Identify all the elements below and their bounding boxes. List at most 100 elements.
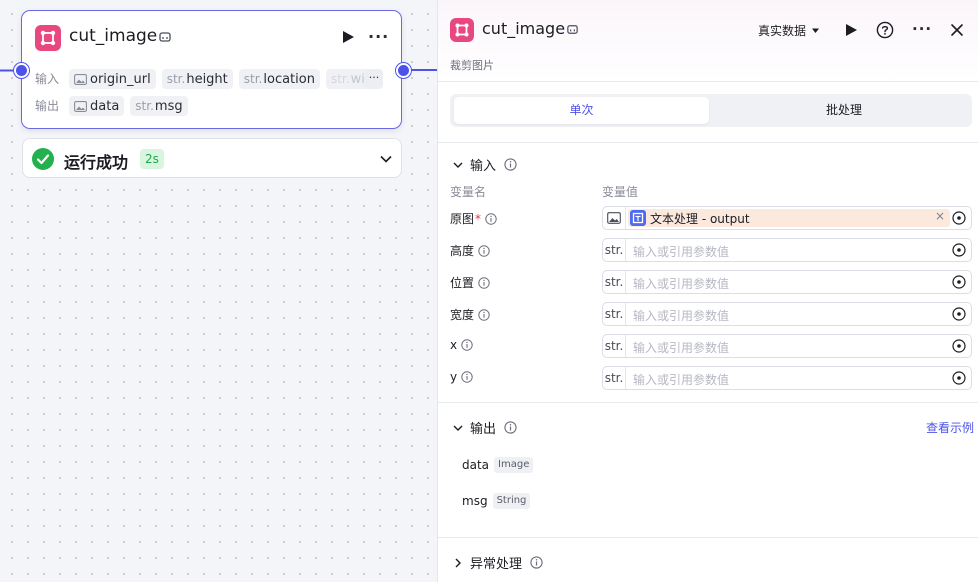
param-label-width: 宽度 xyxy=(450,306,490,323)
param-input-image[interactable]: 文本处理 - output × xyxy=(602,206,972,230)
type-selector[interactable]: str. xyxy=(603,303,626,325)
help-icon[interactable] xyxy=(876,21,894,39)
variable-reference-icon[interactable] xyxy=(952,339,966,353)
variable-reference-icon[interactable] xyxy=(952,307,966,321)
param-label-text: x xyxy=(450,338,458,352)
output-item: data Image xyxy=(462,457,534,473)
param-label-text: 高度 xyxy=(450,244,475,258)
param-label-image: 原图 * xyxy=(450,210,497,227)
column-header-name: 变量名 xyxy=(450,185,487,199)
node-input-tag: origin_url xyxy=(69,69,156,89)
panel-title: cut_image xyxy=(482,19,566,38)
input-placeholder: 输入或引用参数值 xyxy=(633,373,730,387)
node-more-options-icon[interactable]: ··· xyxy=(368,27,389,46)
workflow-node-card[interactable]: cut_image ··· 输入 origin_url str. height … xyxy=(21,10,402,129)
more-inputs-button[interactable]: ··· xyxy=(365,69,383,89)
variable-reference-icon[interactable] xyxy=(952,371,966,385)
node-input-tag: str. height xyxy=(161,69,233,89)
success-check-icon xyxy=(32,148,54,170)
section-divider xyxy=(438,402,978,403)
image-icon xyxy=(74,100,87,112)
variable-reference-icon[interactable] xyxy=(952,211,966,225)
info-icon[interactable] xyxy=(485,212,497,225)
input-placeholder: 输入或引用参数值 xyxy=(633,245,730,259)
node-input-name: wi xyxy=(350,71,365,87)
output-name: data xyxy=(462,458,490,472)
param-input-x[interactable]: str. 输入或引用参数值 xyxy=(602,334,972,358)
close-icon[interactable] xyxy=(950,23,964,37)
variable-reference-icon[interactable] xyxy=(952,275,966,289)
image-icon xyxy=(74,73,87,85)
run-status-bar[interactable]: 运行成功 2s xyxy=(22,138,402,178)
tab-batch-run[interactable]: 批处理 xyxy=(720,97,968,124)
node-input-tag: str. wi xyxy=(325,69,370,89)
param-label-text: y xyxy=(450,370,458,384)
more-options-icon[interactable]: ··· xyxy=(912,20,932,38)
input-section-title: 输入 xyxy=(470,159,497,174)
input-section-toggle[interactable]: 输入 xyxy=(452,155,517,174)
variable-reference-icon[interactable] xyxy=(952,243,966,257)
run-play-icon[interactable] xyxy=(844,23,858,37)
exception-section-toggle[interactable]: 异常处理 xyxy=(452,553,543,572)
view-example-link[interactable]: 查看示例 xyxy=(926,419,974,436)
info-icon[interactable] xyxy=(478,276,490,289)
type-selector[interactable]: str. xyxy=(603,335,626,357)
info-icon[interactable] xyxy=(478,308,490,321)
param-input-location[interactable]: str. 输入或引用参数值 xyxy=(602,270,972,294)
crop-plugin-logo-icon xyxy=(450,18,474,42)
node-input-name: location xyxy=(263,71,315,87)
image-icon xyxy=(607,212,621,224)
section-divider xyxy=(438,142,978,143)
data-mode-dropdown[interactable]: 真实数据 xyxy=(758,22,820,39)
section-divider xyxy=(438,537,978,538)
type-selector[interactable]: str. xyxy=(603,367,626,389)
variable-reference-chip[interactable]: 文本处理 - output × xyxy=(628,209,950,227)
info-icon[interactable] xyxy=(530,556,543,569)
node-output-name: msg xyxy=(154,98,183,114)
type-selector[interactable]: str. xyxy=(603,271,626,293)
param-input-width[interactable]: str. 输入或引用参数值 xyxy=(602,302,972,326)
run-mode-tabs: 单次 批处理 xyxy=(450,94,972,127)
output-type-badge: String xyxy=(492,493,531,509)
node-output-label: 输出 xyxy=(35,99,60,113)
reference-text: 文本处理 - output xyxy=(650,212,750,226)
text-processing-node-icon xyxy=(630,210,646,226)
param-input-height[interactable]: str. 输入或引用参数值 xyxy=(602,238,972,262)
plugin-store-icon xyxy=(159,32,171,42)
param-label-height: 高度 xyxy=(450,242,490,259)
node-input-label: 输入 xyxy=(35,72,60,86)
chevron-down-icon xyxy=(453,162,463,168)
type-prefix: str. xyxy=(166,72,186,86)
output-type-badge: Image xyxy=(494,457,534,473)
info-icon[interactable] xyxy=(504,158,517,171)
run-status-text: 运行成功 xyxy=(64,153,129,172)
remove-reference-icon[interactable]: × xyxy=(935,209,945,223)
info-icon[interactable] xyxy=(504,421,517,434)
chevron-down-icon xyxy=(453,425,463,431)
column-header-value: 变量值 xyxy=(602,185,639,199)
required-mark: * xyxy=(475,211,482,226)
type-selector[interactable] xyxy=(603,207,626,229)
run-node-play-icon[interactable] xyxy=(340,29,356,45)
node-output-port[interactable] xyxy=(396,63,411,78)
incoming-edge xyxy=(0,69,14,72)
param-label-text: 位置 xyxy=(450,276,475,290)
info-icon[interactable] xyxy=(461,339,473,351)
node-output-name: data xyxy=(90,98,120,114)
input-placeholder: 输入或引用参数值 xyxy=(633,341,730,355)
input-placeholder: 输入或引用参数值 xyxy=(633,277,730,291)
output-section-toggle[interactable]: 输出 xyxy=(452,418,517,437)
type-selector[interactable]: str. xyxy=(603,239,626,261)
crop-plugin-logo-icon xyxy=(35,25,61,51)
tab-single-run[interactable]: 单次 xyxy=(454,97,709,124)
param-label-x: x xyxy=(450,338,473,352)
node-config-panel: cut_image 裁剪图片 真实数据 ··· 单次 批处理 输入 变量名 变量… xyxy=(437,0,978,582)
info-icon[interactable] xyxy=(461,371,473,383)
panel-description: 裁剪图片 xyxy=(450,59,494,72)
chevron-down-icon[interactable] xyxy=(379,152,393,166)
node-input-port[interactable] xyxy=(14,63,29,78)
param-input-y[interactable]: str. 输入或引用参数值 xyxy=(602,366,972,390)
type-prefix: str. xyxy=(135,99,154,113)
node-output-tag: str. msg xyxy=(130,96,188,116)
info-icon[interactable] xyxy=(478,244,490,257)
